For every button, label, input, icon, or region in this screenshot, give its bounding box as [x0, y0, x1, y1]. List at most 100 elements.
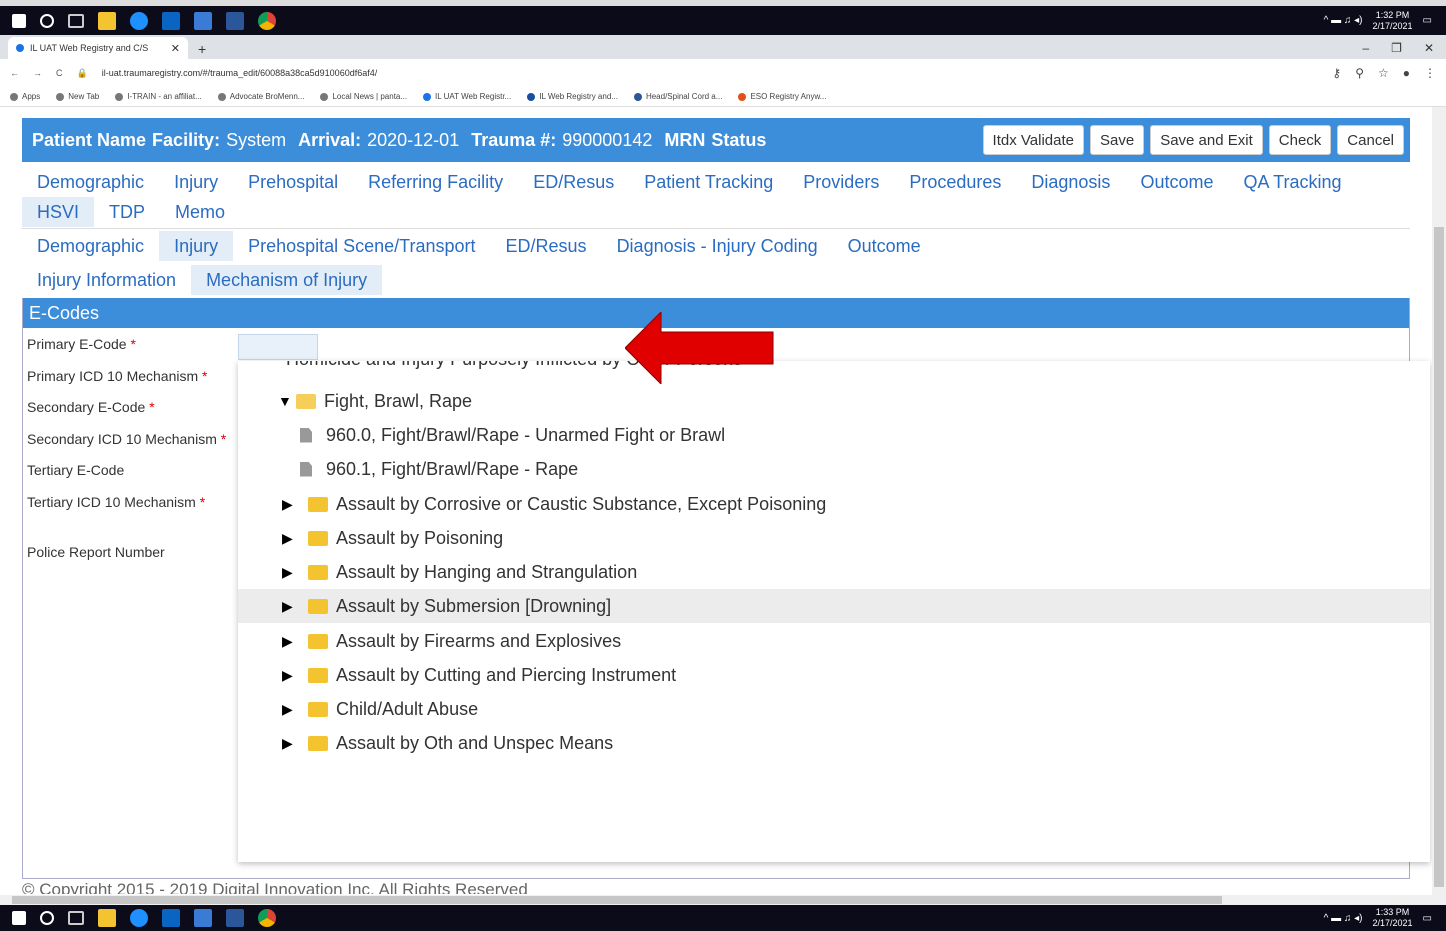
outlook-icon[interactable]	[162, 909, 180, 927]
search-icon[interactable]	[40, 13, 54, 28]
task-view-icon[interactable]	[68, 13, 84, 28]
minimize-icon[interactable]: –	[1362, 41, 1369, 55]
word-icon[interactable]	[226, 11, 244, 30]
tab-injury[interactable]: Injury	[159, 167, 233, 197]
clock[interactable]: 1:33 PM 2/17/2021	[1373, 907, 1413, 929]
subtab-injury-information[interactable]: Injury Information	[22, 265, 191, 295]
horizontal-scroll-thumb[interactable]	[12, 896, 1222, 904]
subtab-injury[interactable]: Injury	[159, 231, 234, 261]
edge-icon[interactable]	[130, 11, 148, 30]
tray-icons[interactable]: ^ ▬ ♫ ◂)	[1324, 913, 1363, 924]
caret-right-icon[interactable]: ▶	[282, 564, 296, 581]
task-view-icon[interactable]	[68, 911, 84, 925]
bookmark-eso[interactable]: ESO Registry Anyw...	[738, 92, 826, 101]
tab-prehospital[interactable]: Prehospital	[233, 167, 353, 197]
itdx-validate-button[interactable]: Itdx Validate	[982, 125, 1084, 155]
key-icon[interactable]: ⚷	[1332, 66, 1341, 80]
ecode-tree-dropdown[interactable]: Homicide and Injury Purposely Inflicted …	[238, 361, 1430, 862]
file-explorer-icon[interactable]	[98, 909, 116, 927]
chrome-icon[interactable]	[258, 11, 276, 30]
save-button[interactable]: Save	[1090, 125, 1145, 155]
tab-providers[interactable]: Providers	[788, 167, 894, 197]
menu-icon[interactable]: ⋮	[1424, 66, 1436, 80]
tab-outcome[interactable]: Outcome	[1125, 167, 1228, 197]
caret-right-icon[interactable]: ▶	[282, 633, 296, 650]
primary-ecode-input[interactable]	[238, 334, 318, 360]
vertical-scrollbar[interactable]	[1432, 107, 1446, 895]
outlook-icon[interactable]	[162, 11, 180, 30]
tab-hsvi[interactable]: HSVI	[22, 197, 95, 227]
url-field[interactable]: il-uat.traumaregistry.com/#/trauma_edit/…	[102, 68, 378, 78]
tree-item-poisoning[interactable]: ▶ Assault by Poisoning	[238, 521, 1430, 555]
bookmark-il-web[interactable]: IL Web Registry and...	[527, 92, 618, 101]
tab-patient-tracking[interactable]: Patient Tracking	[629, 167, 788, 197]
browser-tab[interactable]: IL UAT Web Registry and C/S ✕	[8, 37, 188, 59]
star-icon[interactable]: ☆	[1378, 66, 1389, 80]
word-icon[interactable]	[226, 909, 244, 927]
tab-referring-facility[interactable]: Referring Facility	[353, 167, 518, 197]
close-tab-icon[interactable]: ✕	[171, 42, 180, 55]
bookmark-advocate[interactable]: Advocate BroMenn...	[217, 92, 304, 101]
reload-icon[interactable]: C	[56, 68, 63, 78]
subtab-mechanism-of-injury[interactable]: Mechanism of Injury	[191, 265, 383, 295]
vertical-scroll-thumb[interactable]	[1434, 227, 1444, 887]
tree-item-corrosive[interactable]: ▶ Assault by Corrosive or Caustic Substa…	[238, 487, 1430, 521]
caret-right-icon[interactable]: ▶	[282, 701, 296, 718]
tree-item-child-adult-abuse[interactable]: ▶ Child/Adult Abuse	[238, 692, 1430, 726]
caret-right-icon[interactable]: ▶	[282, 530, 296, 547]
tree-leaf-960-1[interactable]: 960.1, Fight/Brawl/Rape - Rape	[238, 452, 1430, 486]
subtab-diagnosis-injury-coding[interactable]: Diagnosis - Injury Coding	[602, 231, 833, 261]
file-explorer-icon[interactable]	[98, 11, 116, 30]
bookmark-il-uat[interactable]: IL UAT Web Registr...	[423, 92, 511, 101]
restore-icon[interactable]: ❐	[1391, 41, 1402, 55]
edge-icon[interactable]	[130, 909, 148, 927]
subtab-outcome[interactable]: Outcome	[833, 231, 936, 261]
search-icon[interactable]	[40, 911, 54, 925]
network-app-icon[interactable]	[194, 909, 212, 927]
tab-demographic[interactable]: Demographic	[22, 167, 159, 197]
back-icon[interactable]: ←	[10, 68, 19, 78]
tab-tdp[interactable]: TDP	[94, 197, 160, 227]
save-and-exit-button[interactable]: Save and Exit	[1150, 125, 1263, 155]
zoom-icon[interactable]: ⚲	[1355, 66, 1364, 80]
tab-memo[interactable]: Memo	[160, 197, 240, 227]
windows-start-icon[interactable]	[12, 13, 26, 28]
cancel-button[interactable]: Cancel	[1337, 125, 1404, 155]
forward-icon[interactable]: →	[33, 68, 42, 78]
bookmark-itrain[interactable]: I-TRAIN - an affiliat...	[115, 92, 202, 101]
tree-leaf-960-0[interactable]: 960.0, Fight/Brawl/Rape - Unarmed Fight …	[238, 418, 1430, 452]
caret-right-icon[interactable]: ▶	[282, 735, 296, 752]
network-app-icon[interactable]	[194, 11, 212, 30]
new-tab-button[interactable]: +	[198, 41, 206, 59]
notification-icon[interactable]: ▭	[1423, 913, 1432, 924]
bookmark-new-tab[interactable]: New Tab	[56, 92, 99, 101]
profile-icon[interactable]: ●	[1403, 66, 1410, 80]
tree-item-cutting[interactable]: ▶ Assault by Cutting and Piercing Instru…	[238, 658, 1430, 692]
tree-item-oth-unspec[interactable]: ▶ Assault by Oth and Unspec Means	[238, 726, 1430, 760]
subtab-ed-resus[interactable]: ED/Resus	[491, 231, 602, 261]
check-button[interactable]: Check	[1268, 125, 1332, 155]
caret-right-icon[interactable]: ▶	[282, 667, 296, 684]
tree-item-firearms[interactable]: ▶ Assault by Firearms and Explosives	[238, 624, 1430, 658]
tree-item-fight-brawl-rape[interactable]: ▼ Fight, Brawl, Rape	[238, 384, 1430, 418]
tab-diagnosis[interactable]: Diagnosis	[1016, 167, 1125, 197]
tree-item-submersion[interactable]: ▶ Assault by Submersion [Drowning]	[238, 589, 1430, 623]
caret-right-icon[interactable]: ▶	[282, 598, 296, 615]
horizontal-scrollbar[interactable]	[0, 895, 1446, 905]
subtab-prehospital-scene[interactable]: Prehospital Scene/Transport	[233, 231, 490, 261]
bookmark-apps[interactable]: Apps	[10, 92, 40, 101]
tree-item-hanging[interactable]: ▶ Assault by Hanging and Strangulation	[238, 555, 1430, 589]
bookmark-local-news[interactable]: Local News | panta...	[320, 92, 407, 101]
tab-ed-resus[interactable]: ED/Resus	[518, 167, 629, 197]
chrome-icon[interactable]	[258, 909, 276, 927]
notification-icon[interactable]: ▭	[1423, 15, 1432, 26]
bookmark-head-spinal[interactable]: Head/Spinal Cord a...	[633, 92, 722, 101]
tab-qa-tracking[interactable]: QA Tracking	[1228, 167, 1356, 197]
caret-right-icon[interactable]: ▶	[282, 496, 296, 513]
clock[interactable]: 1:32 PM 2/17/2021	[1373, 10, 1413, 32]
subtab-demographic[interactable]: Demographic	[22, 231, 159, 261]
tray-icons[interactable]: ^ ▬ ♫ ◂)	[1324, 15, 1363, 26]
close-window-icon[interactable]: ✕	[1424, 41, 1434, 55]
windows-start-icon[interactable]	[12, 911, 26, 925]
caret-down-icon[interactable]: ▼	[278, 393, 292, 409]
